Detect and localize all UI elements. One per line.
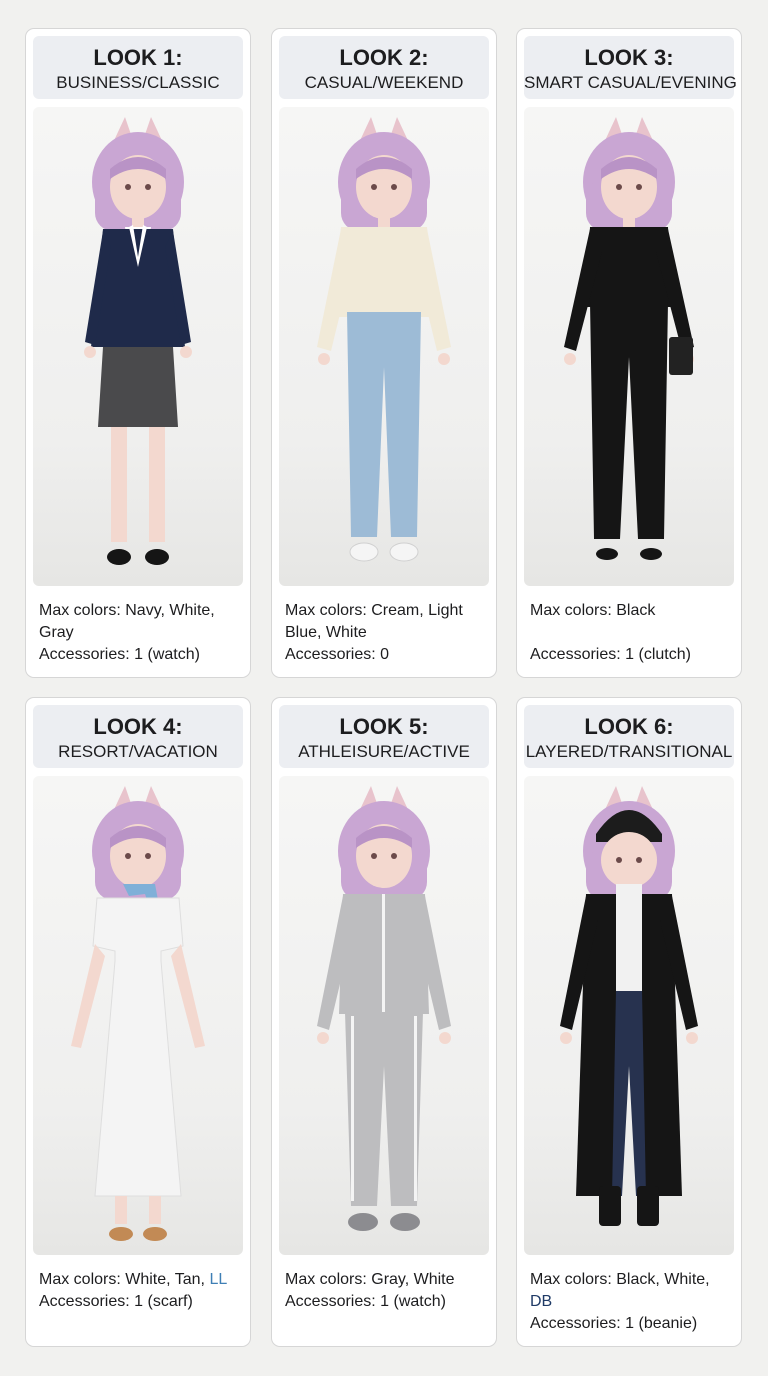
look-header: LOOK 5: ATHLEISURE/ACTIVE <box>279 705 489 768</box>
look-details: Max colors: Navy, White, Gray Accessorie… <box>39 600 245 666</box>
look-style: RESORT/VACATION <box>58 742 218 761</box>
outfit-grid: LOOK 1: BUSINESS/CLASSIC Max colors: Nav… <box>0 0 768 1376</box>
look-card-1: LOOK 1: BUSINESS/CLASSIC Max colors: Nav… <box>25 28 251 678</box>
outfit-illustration <box>33 776 243 1255</box>
outfit-illustration <box>33 107 243 586</box>
colors-line: Max colors: White, Tan, LL <box>39 1269 245 1291</box>
look-details: Max colors: White, Tan, LL Accessories: … <box>39 1269 245 1313</box>
look-details: Max colors: Black, White, DB Accessories… <box>530 1269 736 1335</box>
accessories-line: Accessories: 0 <box>285 646 390 663</box>
colors-line: Max colors: Gray, White <box>285 1271 455 1288</box>
colors-abbrev: LL <box>209 1271 228 1288</box>
look-style: ATHLEISURE/ACTIVE <box>298 742 470 761</box>
colors-line-continued: Gray <box>39 624 74 641</box>
outfit-illustration <box>524 776 734 1255</box>
look-header: LOOK 3: SMART CASUAL/EVENING <box>524 36 737 99</box>
accessories-line: Accessories: 1 (clutch) <box>530 646 691 663</box>
look-title: LOOK 6: <box>584 714 674 739</box>
colors-line: Max colors: Black, White, DB <box>530 1269 736 1313</box>
look-card-4: LOOK 4: RESORT/VACATION Max colors: Whit… <box>25 697 251 1347</box>
look-header: LOOK 6: LAYERED/TRANSITIONAL <box>524 705 734 768</box>
accessories-line: Accessories: 1 (beanie) <box>530 1315 698 1332</box>
look-card-6: LOOK 6: LAYERED/TRANSITIONAL Max colors:… <box>516 697 742 1347</box>
look-title: LOOK 1: <box>93 45 183 70</box>
look-details: Max colors: Gray, White Accessories: 1 (… <box>285 1269 491 1313</box>
colors-line: Max colors: Black <box>530 602 656 619</box>
look-card-5: LOOK 5: ATHLEISURE/ACTIVE Max colors: Gr… <box>271 697 497 1347</box>
look-style: BUSINESS/CLASSIC <box>56 73 220 92</box>
look-header: LOOK 4: RESORT/VACATION <box>33 705 243 768</box>
outfit-illustration <box>279 776 489 1255</box>
outfit-illustration <box>279 107 489 586</box>
look-style: LAYERED/TRANSITIONAL <box>525 742 733 761</box>
look-header: LOOK 1: BUSINESS/CLASSIC <box>33 36 243 99</box>
look-title: LOOK 2: <box>339 45 429 70</box>
accessories-line: Accessories: 1 (watch) <box>39 646 200 663</box>
colors-line-continued <box>530 622 736 644</box>
accessories-line: Accessories: 1 (watch) <box>285 1293 446 1310</box>
colors-text: Max colors: Black, White, <box>530 1271 710 1288</box>
accessories-line: Accessories: 1 (scarf) <box>39 1293 193 1310</box>
outfit-illustration <box>524 107 734 586</box>
look-header: LOOK 2: CASUAL/WEEKEND <box>279 36 489 99</box>
look-style: CASUAL/WEEKEND <box>304 73 464 92</box>
colors-abbrev: DB <box>530 1293 553 1310</box>
look-style: SMART CASUAL/EVENING <box>524 73 737 92</box>
colors-text: Max colors: White, Tan, <box>39 1271 210 1288</box>
colors-line: Max colors: Cream, Light <box>285 602 463 619</box>
look-card-2: LOOK 2: CASUAL/WEEKEND Max colors: Cream… <box>271 28 497 678</box>
look-title: LOOK 3: <box>584 45 674 70</box>
look-details: Max colors: Black Accessories: 1 (clutch… <box>530 600 736 666</box>
colors-line-continued: Blue, White <box>285 624 367 641</box>
look-title: LOOK 4: <box>93 714 183 739</box>
look-details: Max colors: Cream, Light Blue, White Acc… <box>285 600 491 666</box>
look-card-3: LOOK 3: SMART CASUAL/EVENING Max colors:… <box>516 28 742 678</box>
look-title: LOOK 5: <box>339 714 429 739</box>
colors-line: Max colors: Navy, White, <box>39 602 215 619</box>
